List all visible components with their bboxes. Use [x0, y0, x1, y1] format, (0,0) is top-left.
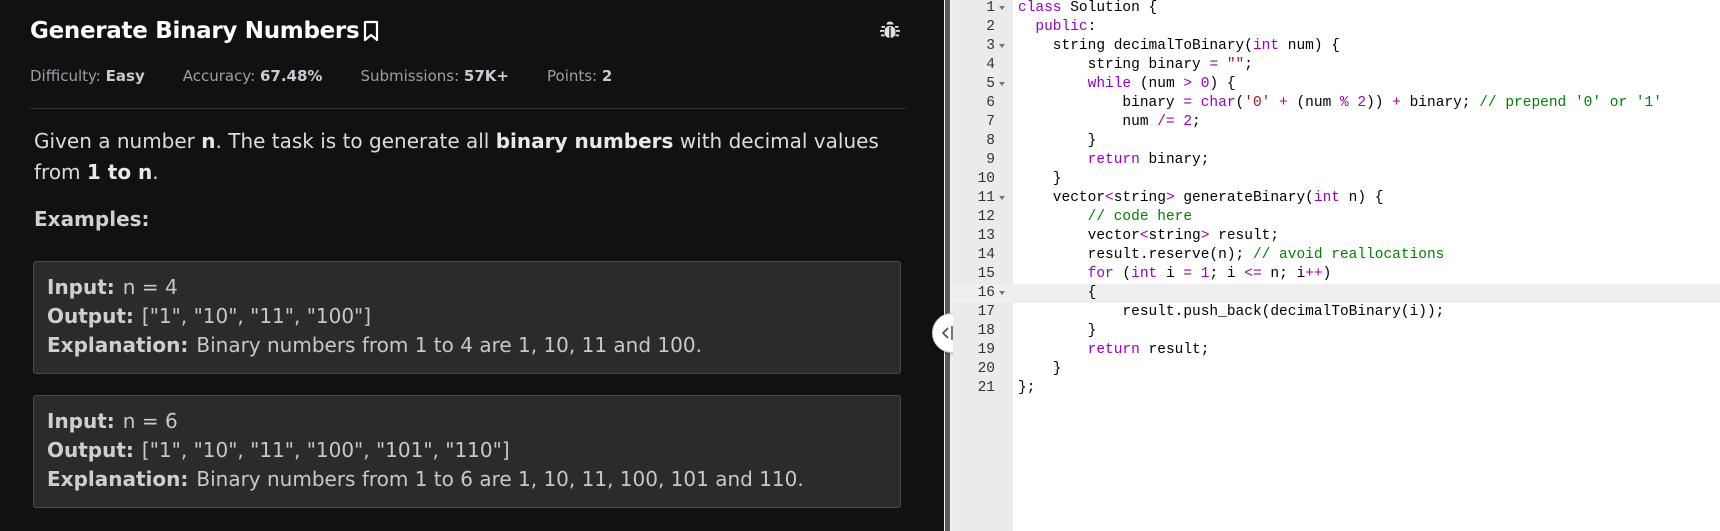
code-line[interactable]: 6 binary = char('0' + (num % 2)) + binar…: [953, 94, 1720, 113]
code-line[interactable]: 11 vector<string> generateBinary(int n) …: [953, 189, 1720, 208]
line-number: 5: [986, 76, 995, 92]
line-number: 1: [986, 0, 995, 16]
code-line[interactable]: 7 num /= 2;: [953, 113, 1720, 132]
code-text: for (int i = 1; i <= n; i++): [1087, 266, 1332, 282]
line-number: 19: [977, 342, 995, 358]
line-number: 17: [977, 304, 995, 320]
code-line[interactable]: 3 string decimalToBinary(int num) {: [953, 37, 1720, 56]
problem-description: Given a number n. The task is to generat…: [34, 129, 879, 184]
line-number: 8: [986, 133, 995, 149]
line-number: 20: [977, 361, 995, 377]
code-line[interactable]: 12 // code here: [953, 208, 1720, 227]
code-line[interactable]: 4 string binary = "";: [953, 56, 1720, 75]
code-text: while (num > 0) {: [1087, 76, 1236, 92]
bookmark-icon[interactable]: [361, 19, 381, 43]
left-panel-scrollbar[interactable]: [945, 0, 950, 531]
problem-panel: Generate Binary Numbers Difficulty: Easy…: [0, 0, 944, 531]
code-line[interactable]: 17 result.push_back(decimalToBinary(i));: [953, 303, 1720, 322]
fold-arrow-icon[interactable]: [999, 6, 1005, 10]
bug-icon[interactable]: [878, 19, 902, 43]
fold-arrow-icon[interactable]: [999, 44, 1005, 48]
line-number: 2: [986, 19, 995, 35]
code-text: string decimalToBinary(int num) {: [1018, 38, 1340, 54]
fold-arrow-icon[interactable]: [999, 291, 1005, 295]
code-line[interactable]: 10 }: [953, 170, 1720, 189]
line-number: 7: [986, 114, 995, 130]
divider: [30, 108, 906, 109]
example-output: Output: ["1", "10", "11", "100"]: [47, 304, 372, 328]
code-line[interactable]: 20 }: [953, 360, 1720, 379]
code-line[interactable]: 15 for (int i = 1; i <= n; i++): [953, 265, 1720, 284]
code-line[interactable]: 21};: [953, 379, 1720, 398]
example-explanation: Explanation: Binary numbers from 1 to 4 a…: [47, 333, 702, 357]
code-line[interactable]: 18 }: [953, 322, 1720, 341]
code-line[interactable]: 9 return binary;: [953, 151, 1720, 170]
code-text: string binary = "";: [1018, 57, 1253, 73]
submissions: Submissions: 57K+: [360, 67, 509, 85]
line-number: 4: [986, 57, 995, 73]
line-number: 13: [977, 228, 995, 244]
example-input: Input: n = 4: [47, 275, 178, 299]
code-text: {: [1018, 285, 1097, 301]
line-number: 12: [977, 209, 995, 225]
code-line[interactable]: 13 vector<string> result;: [953, 227, 1720, 246]
line-number: 9: [986, 152, 995, 168]
code-text: vector<string> generateBinary(int n) {: [1018, 190, 1384, 206]
line-number: 3: [986, 38, 995, 54]
fold-arrow-icon[interactable]: [999, 82, 1005, 86]
fold-arrow-icon[interactable]: [999, 196, 1005, 200]
code-text: }: [1018, 323, 1097, 339]
example-box: Input: n = 6 Output: ["1", "10", "11", "10…: [33, 395, 901, 508]
example-box: Input: n = 4 Output: ["1", "10", "11", "10…: [33, 261, 901, 374]
line-number: 15: [977, 266, 995, 282]
points: Points: 2: [547, 67, 613, 85]
example-input: Input: n = 6: [47, 409, 178, 433]
code-line[interactable]: 19 return result;: [953, 341, 1720, 360]
line-number: 16: [977, 285, 995, 301]
problem-title: Generate Binary Numbers: [30, 18, 360, 44]
code-text: num /= 2;: [1018, 114, 1201, 130]
code-line[interactable]: 1 class Solution {: [953, 0, 1720, 18]
line-number: 18: [977, 323, 995, 339]
code-text: }: [1018, 171, 1062, 187]
code-line[interactable]: 14 result.reserve(n); // avoid reallocat…: [953, 246, 1720, 265]
code-text: binary = char('0' + (num % 2)) + binary;…: [1018, 95, 1662, 111]
code-text: return result;: [1087, 342, 1210, 358]
code-text: }: [1018, 361, 1062, 377]
code-line[interactable]: 8 }: [953, 132, 1720, 151]
problem-meta: Difficulty: Easy Accuracy: 67.48% Submis…: [30, 67, 650, 85]
accuracy: Accuracy: 67.48%: [182, 67, 323, 85]
code-text: class Solution {: [1018, 0, 1158, 16]
code-text: result.push_back(decimalToBinary(i));: [1018, 304, 1445, 320]
line-number: 14: [977, 247, 995, 263]
title-row: Generate Binary Numbers: [30, 18, 381, 44]
line-number: 11: [977, 190, 995, 206]
line-number: 21: [977, 380, 995, 396]
code-line[interactable]: 2 public:: [953, 18, 1720, 37]
line-number: 10: [977, 171, 995, 187]
code-text: result.reserve(n); // avoid reallocation…: [1018, 247, 1445, 263]
code-text: }: [1018, 133, 1097, 149]
code-text: // code here: [1087, 209, 1193, 225]
difficulty: Difficulty: Easy: [30, 67, 145, 85]
examples-heading: Examples:: [34, 207, 150, 231]
code-text: vector<string> result;: [1018, 228, 1280, 244]
code-text: public:: [1035, 19, 1097, 35]
example-explanation: Explanation: Binary numbers from 1 to 6 a…: [47, 467, 804, 491]
code-text: return binary;: [1087, 152, 1210, 168]
code-line[interactable]: 16 {: [953, 284, 1720, 303]
code-line[interactable]: 5 while (num > 0) {: [953, 75, 1720, 94]
example-output: Output: ["1", "10", "11", "100", "101", "…: [47, 438, 510, 462]
code-text: };: [1018, 380, 1036, 396]
line-number: 6: [986, 95, 995, 111]
code-editor[interactable]: 1 class Solution {2 public: 3 string decim…: [953, 0, 1720, 531]
